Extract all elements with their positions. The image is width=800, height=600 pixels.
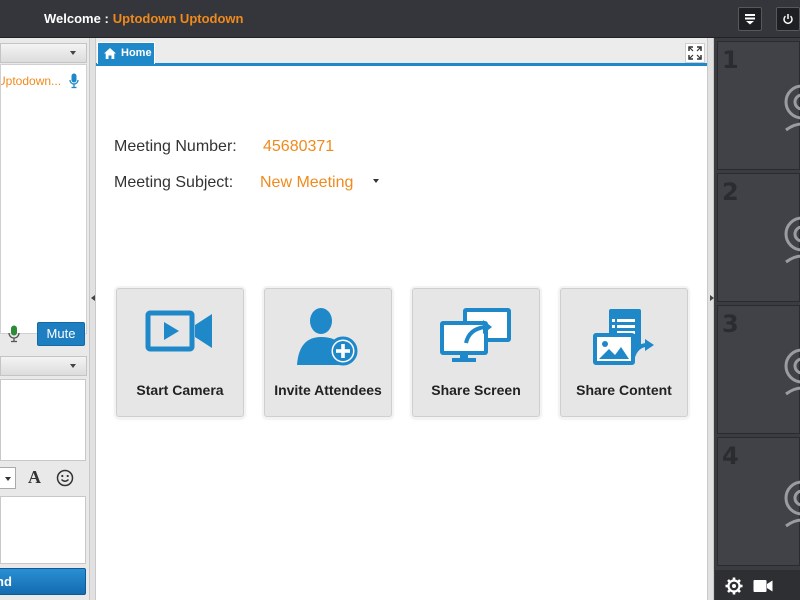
video-strip: 1 2 3 4 xyxy=(715,38,800,600)
meeting-number-value: 45680371 xyxy=(263,138,335,155)
user-name: Uptodown Uptodown xyxy=(112,11,244,26)
webcam-icon xyxy=(784,480,800,528)
left-panel: Uptodown... Mute A d xyxy=(0,38,89,600)
video-tile[interactable]: 1 xyxy=(717,41,800,170)
microphone-icon[interactable] xyxy=(8,325,20,348)
meeting-subject-value[interactable]: New Meeting xyxy=(260,174,353,192)
webcam-icon xyxy=(784,348,800,396)
chat-input[interactable] xyxy=(0,496,86,564)
collapse-right-icon[interactable] xyxy=(710,295,714,301)
emoji-icon[interactable] xyxy=(56,469,74,492)
font-size-select[interactable] xyxy=(0,467,16,489)
start-camera-label: Start Camera xyxy=(136,382,224,398)
fullscreen-button[interactable] xyxy=(685,43,705,63)
video-tile[interactable]: 2 xyxy=(717,173,800,302)
chevron-down-icon xyxy=(5,477,11,481)
top-bar: Welcome : Uptodown Uptodown xyxy=(0,0,800,38)
power-icon xyxy=(783,14,793,25)
share-screen-label: Share Screen xyxy=(431,382,521,398)
share-content-label: Share Content xyxy=(576,382,672,398)
chevron-down-icon[interactable] xyxy=(70,364,76,368)
tab-home-label: Home xyxy=(121,47,152,59)
font-style-button[interactable]: A xyxy=(28,467,41,488)
mute-button[interactable]: Mute xyxy=(37,322,85,346)
chat-toolbar: A xyxy=(0,465,87,491)
share-screen-icon xyxy=(440,308,511,362)
chevron-down-icon[interactable] xyxy=(373,179,379,183)
menu-button[interactable] xyxy=(738,7,762,31)
audio-controls: Mute xyxy=(0,319,87,349)
invite-attendees-label: Invite Attendees xyxy=(274,382,382,398)
right-splitter[interactable] xyxy=(707,38,714,600)
tab-bar: Home xyxy=(96,38,707,66)
send-label: nd xyxy=(0,574,12,589)
participant-name: Uptodown... xyxy=(1,74,62,88)
share-screen-button[interactable]: Share Screen xyxy=(412,288,540,417)
tab-home[interactable]: Home xyxy=(97,42,155,64)
main-area: Home Meeting Number: 45680371 Meeting Su… xyxy=(96,38,707,600)
chat-header[interactable] xyxy=(0,356,87,376)
tile-number: 2 xyxy=(722,178,739,206)
video-camera-icon xyxy=(145,310,212,352)
share-content-icon xyxy=(593,309,654,365)
power-button[interactable] xyxy=(776,7,800,31)
tile-number: 3 xyxy=(722,310,739,338)
left-splitter[interactable] xyxy=(89,38,96,600)
gear-icon[interactable] xyxy=(725,577,743,600)
microphone-icon[interactable] xyxy=(69,73,79,92)
chat-history xyxy=(0,379,86,461)
menu-icon xyxy=(745,14,755,25)
video-strip-toolbar xyxy=(715,570,800,600)
video-tile[interactable]: 3 xyxy=(717,305,800,434)
participants-header[interactable] xyxy=(0,43,87,63)
welcome-text: Welcome : Uptodown Uptodown xyxy=(44,11,243,26)
camera-icon[interactable] xyxy=(753,579,773,598)
send-button[interactable]: nd xyxy=(0,568,86,595)
webcam-icon xyxy=(784,84,800,132)
tile-number: 1 xyxy=(722,46,739,74)
participant-item[interactable]: Uptodown... xyxy=(1,71,87,93)
invite-user-icon xyxy=(297,308,358,366)
tile-number: 4 xyxy=(722,442,739,470)
video-tile[interactable]: 4 xyxy=(717,437,800,566)
expand-icon xyxy=(688,46,702,60)
meeting-number-label: Meeting Number: xyxy=(114,138,237,155)
chevron-down-icon[interactable] xyxy=(70,51,76,55)
invite-attendees-button[interactable]: Invite Attendees xyxy=(264,288,392,417)
collapse-left-icon[interactable] xyxy=(91,295,95,301)
welcome-label: Welcome : xyxy=(44,11,109,26)
meeting-subject-label: Meeting Subject: xyxy=(114,174,234,191)
participant-list: Uptodown... xyxy=(0,64,87,334)
home-icon xyxy=(103,47,117,63)
webcam-icon xyxy=(784,216,800,264)
start-camera-button[interactable]: Start Camera xyxy=(116,288,244,417)
share-content-button[interactable]: Share Content xyxy=(560,288,688,417)
